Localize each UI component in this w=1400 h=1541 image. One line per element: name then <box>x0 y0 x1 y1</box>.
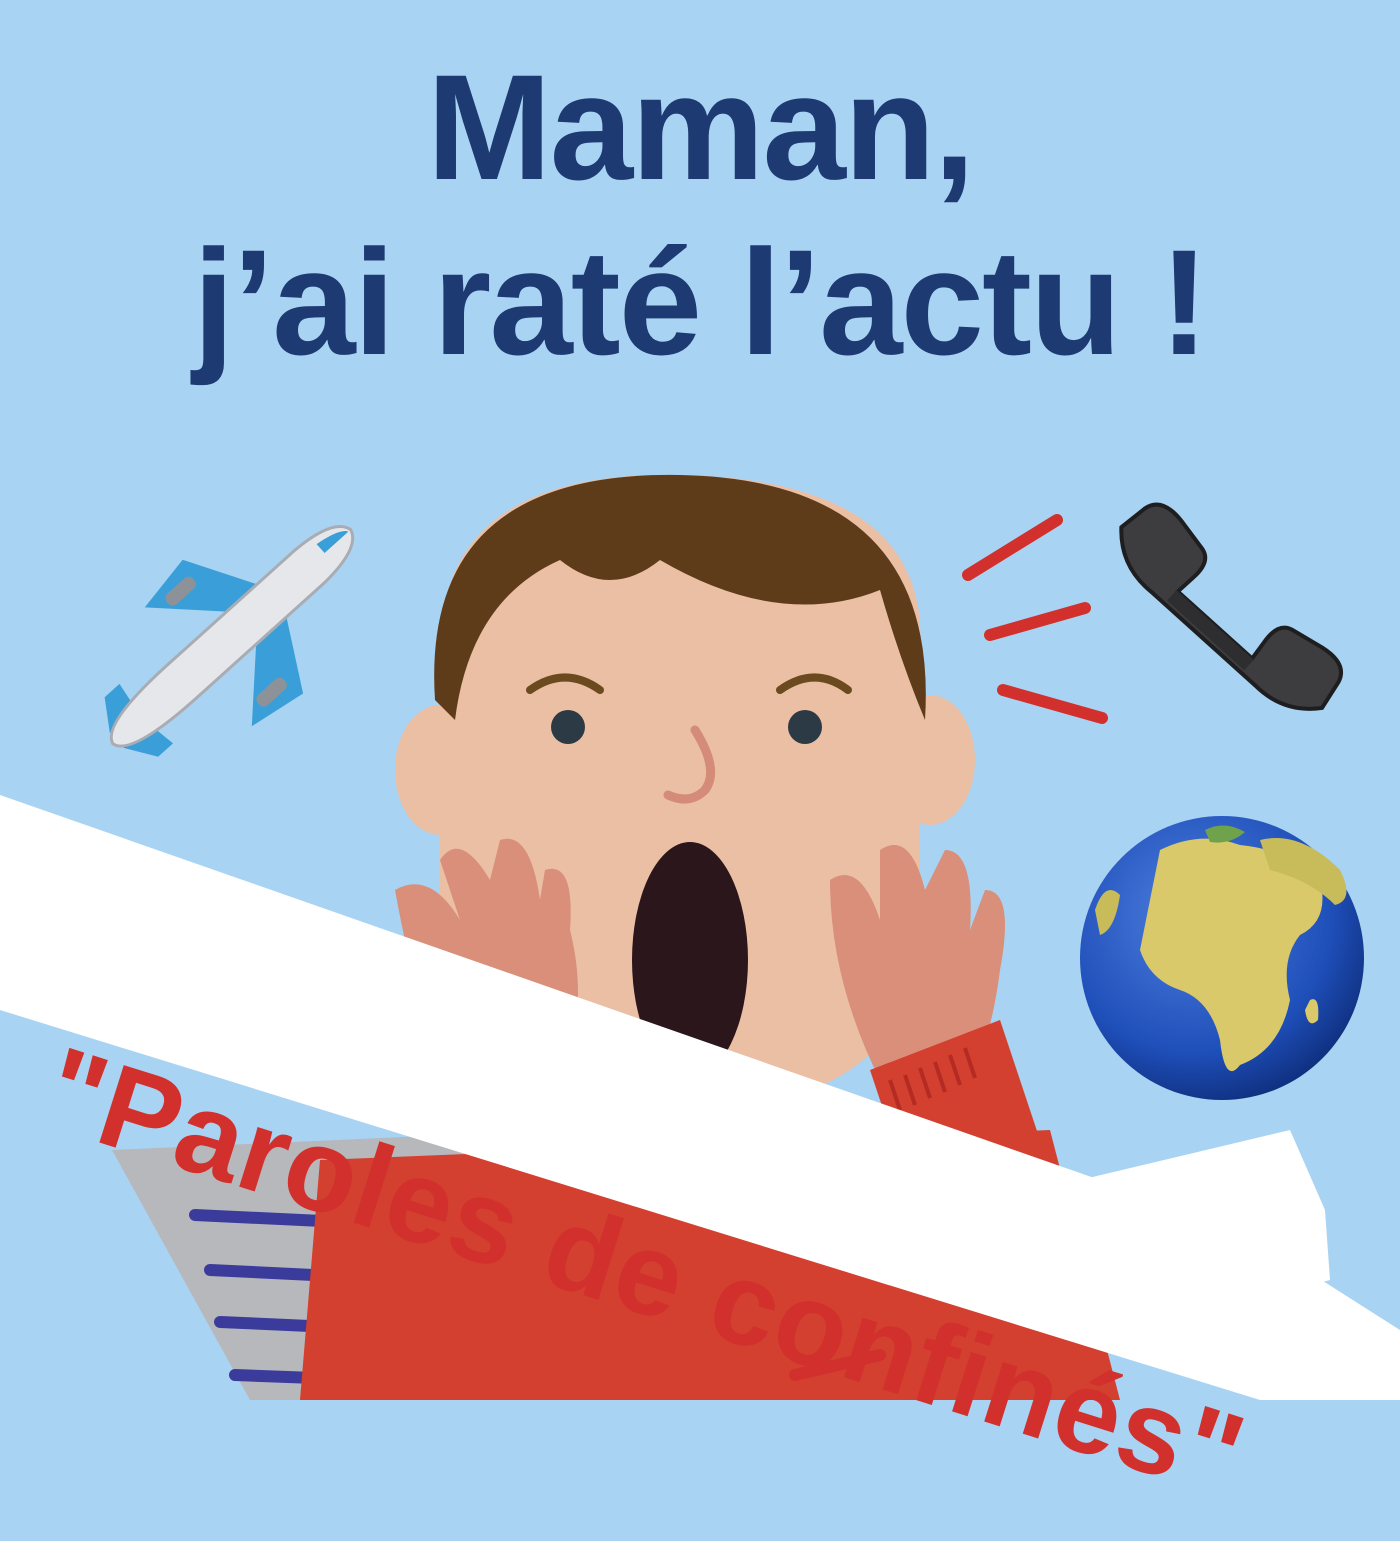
airplane-icon <box>104 525 355 757</box>
telephone-icon <box>1119 502 1343 711</box>
globe-icon <box>1080 816 1364 1100</box>
